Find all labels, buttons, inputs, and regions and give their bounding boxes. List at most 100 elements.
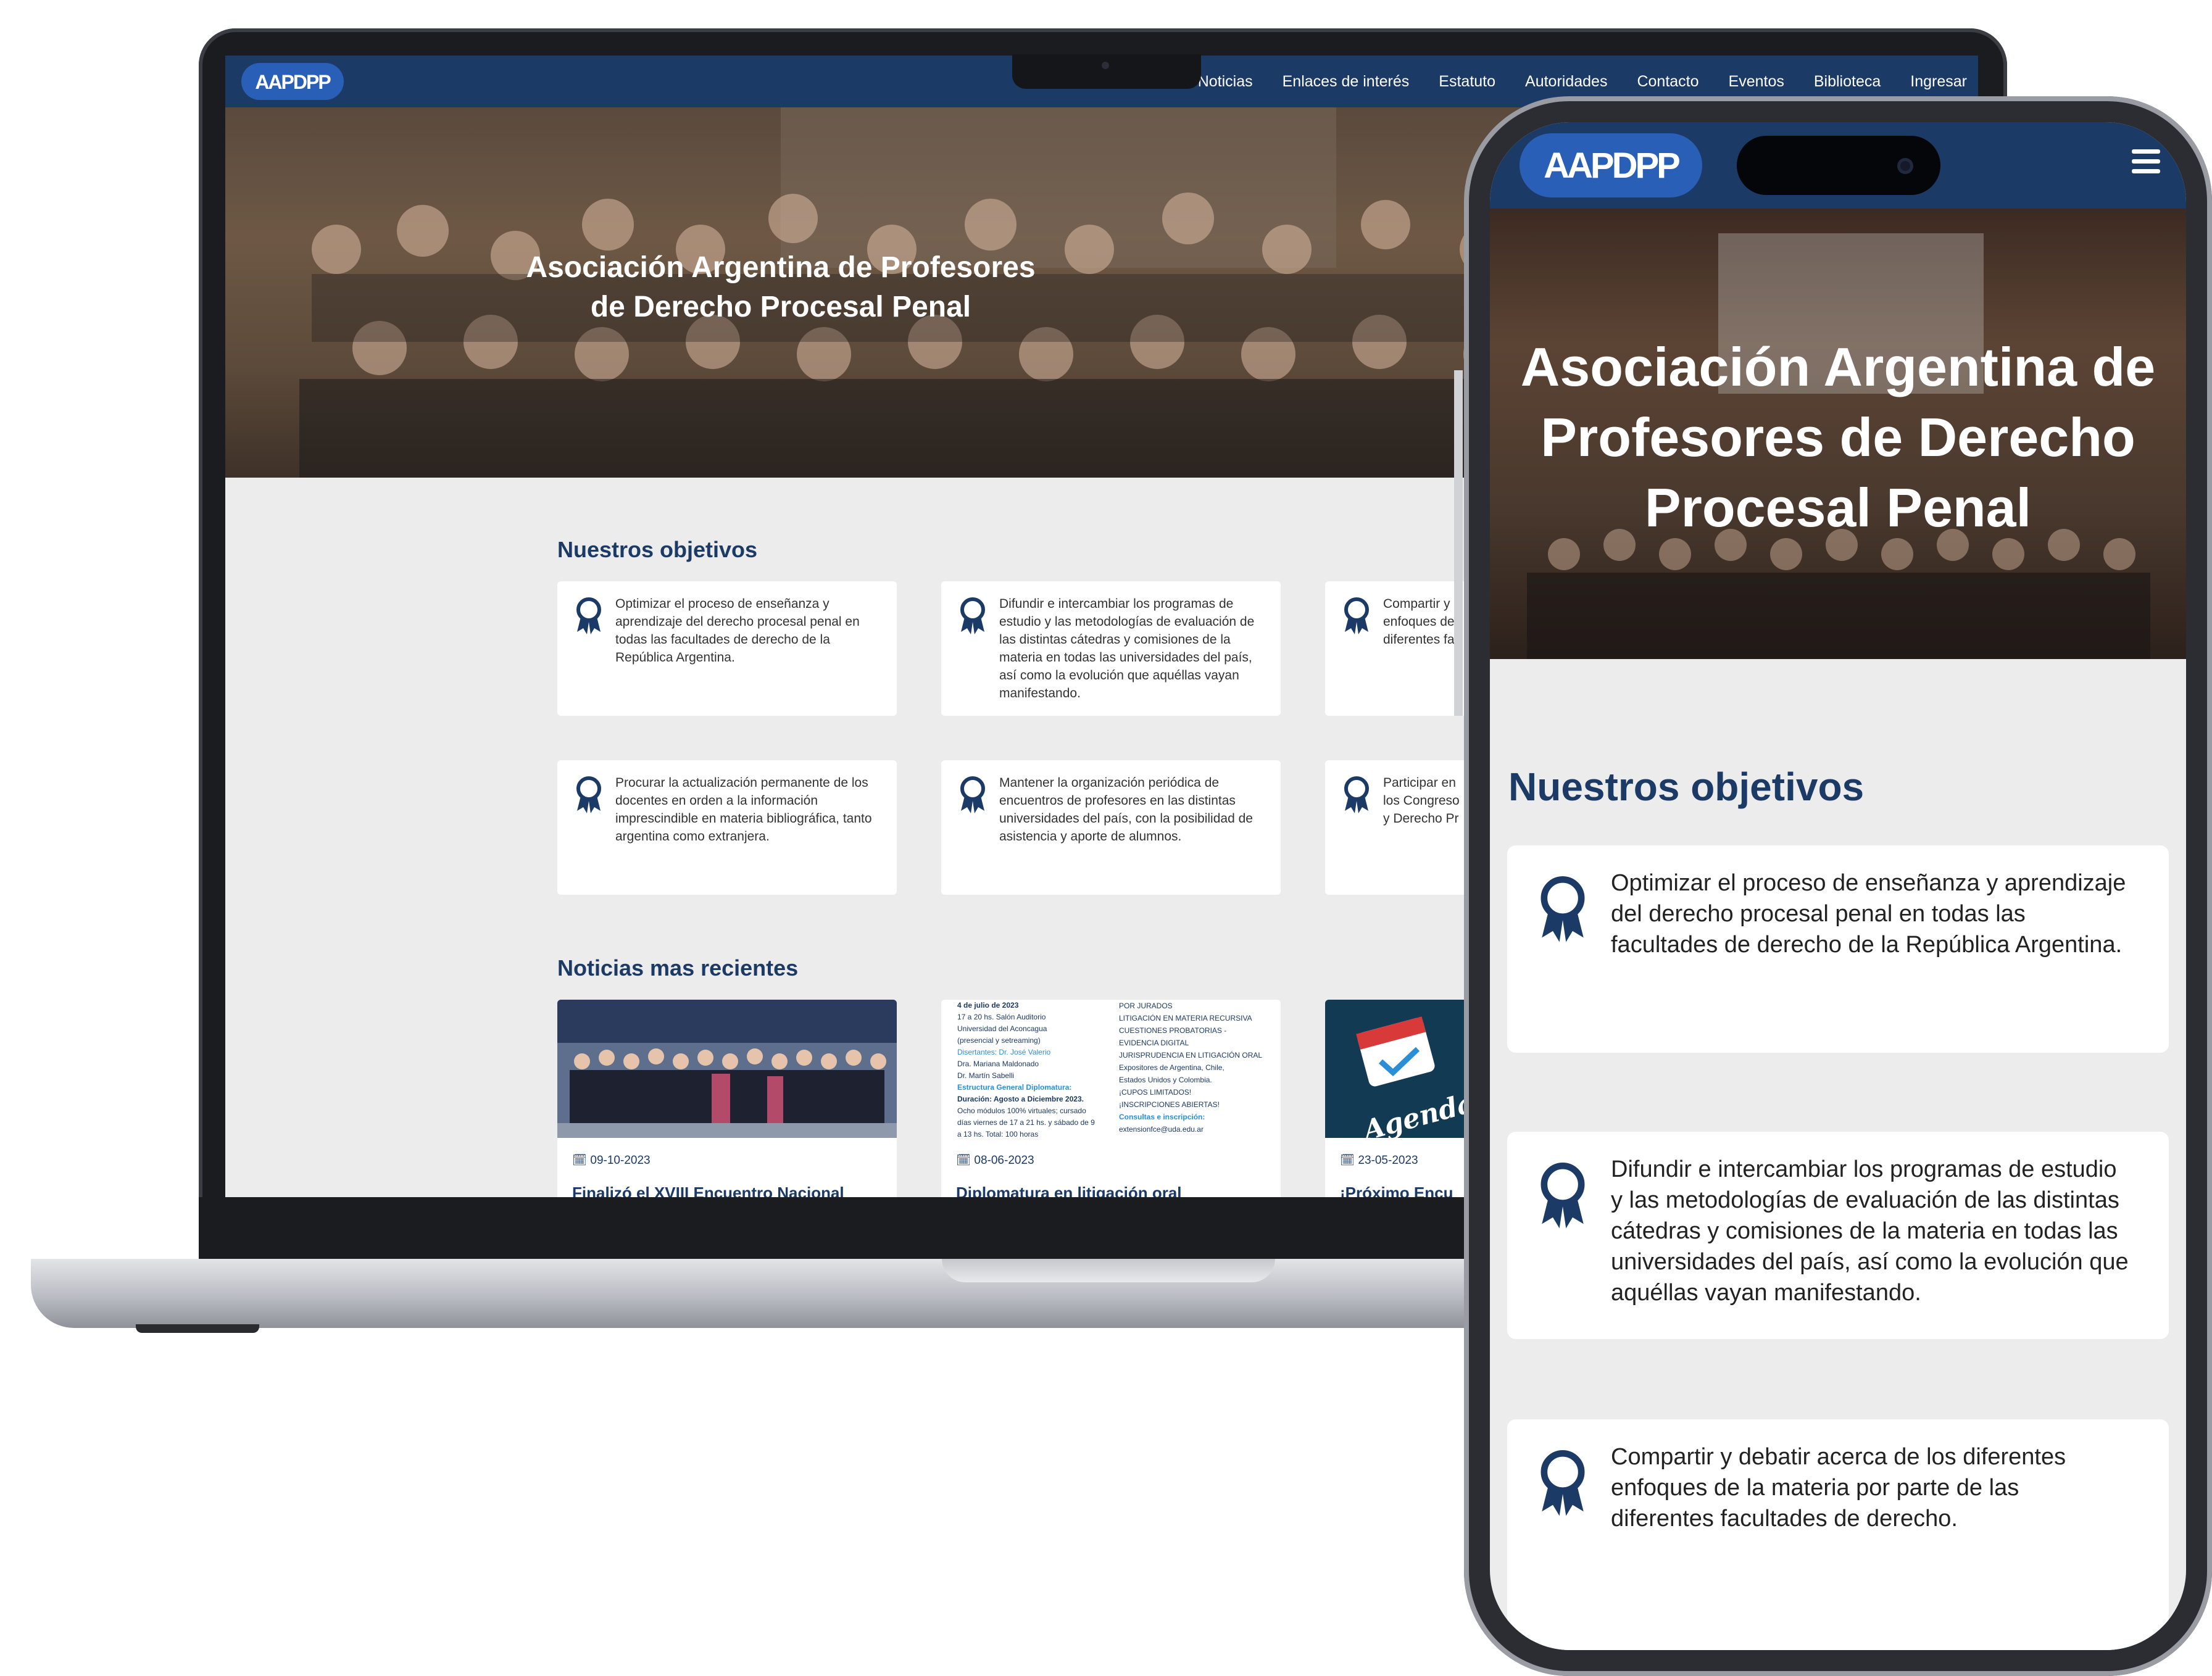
mobile-objective-line: cátedras y comisiones de la materia en t… — [1611, 1218, 2118, 1244]
flyer-line: ¡INSCRIPCIONES ABIERTAS! — [1119, 1100, 1220, 1109]
logo-text: AAPDPP — [255, 71, 331, 93]
flyer-line: JURISPRUDENCIA EN LITIGACIÓN ORAL — [1119, 1051, 1263, 1060]
flyer-line: Universidad del Aconcagua — [957, 1024, 1047, 1033]
mobile-objectives-heading: Nuestros objetivos — [1508, 765, 1865, 809]
objective-card-1: Optimizar el proceso de enseñanza y apre… — [557, 581, 897, 716]
desktop-hero-title: Asociación Argentina de Profesores de De… — [225, 248, 1336, 327]
mobile-logo-text: AAPDPP — [1544, 146, 1679, 186]
news-heading: Noticias mas recientes — [557, 955, 799, 981]
phone-camera — [1897, 158, 1913, 174]
news-date-value: 08-06-2023 — [974, 1154, 1034, 1167]
award-ribbon-icon — [1540, 1450, 1585, 1516]
mobile-objective-line: del derecho procesal penal en todas las — [1611, 901, 2026, 927]
award-ribbon-icon — [1540, 876, 1585, 942]
nav-biblioteca[interactable]: Biblioteca — [1814, 69, 1881, 94]
news-card-2[interactable]: 4 de julio de 2023 17 a 20 hs. Salón Aud… — [941, 1000, 1281, 1197]
mobile-objective-line: Optimizar el proceso de enseñanza y apre… — [1611, 870, 2126, 896]
news-date-2: 🗓 08-06-2023 — [956, 1154, 1034, 1167]
nav-autoridades[interactable]: Autoridades — [1525, 69, 1607, 94]
news-date-3: 🗓 23-05-2023 — [1340, 1154, 1418, 1167]
flyer-line: Dr. Martín Sabelli — [957, 1071, 1015, 1080]
flyer-line: a 13 hs. Total: 100 horas — [957, 1130, 1039, 1139]
news-title-2[interactable]: Diplomatura en litigación oral — [956, 1184, 1182, 1197]
award-ribbon-icon — [576, 597, 601, 634]
flyer-line: extensionfce@uda.edu.ar — [1119, 1125, 1204, 1134]
news-date-value: 09-10-2023 — [590, 1154, 651, 1167]
laptop-foot — [136, 1324, 259, 1333]
nav-ingresar[interactable]: Ingresar — [1910, 69, 1967, 94]
objective-text-5: Mantener la organización periódica de en… — [999, 776, 1253, 844]
flyer-right-column: POR JURADOS LITIGACIÓN EN MATERIA RECURS… — [1119, 1000, 1273, 1135]
news-card-1[interactable]: 🗓 09-10-2023 Finalizó el XVIII Encuentro… — [557, 1000, 897, 1197]
mobile-objective-text-2: Difundir e intercambiar los programas de… — [1611, 1154, 2166, 1308]
mobile-site-logo[interactable]: AAPDPP — [1520, 133, 1702, 197]
flyer-line: Consultas e inscripción: — [1119, 1113, 1205, 1121]
flyer-line: días viernes de 17 a 21 hs. y sábado de … — [957, 1118, 1095, 1127]
objective-text-4: Procurar la actualización permanente de … — [615, 776, 872, 844]
objective-text-2: Difundir e intercambiar los programas de… — [999, 597, 1255, 700]
mobile-objective-text-3: Compartir y debatir acerca de los difere… — [1611, 1442, 2166, 1534]
flyer-line: Ocho módulos 100% virtuales; cursado — [957, 1106, 1086, 1115]
award-ribbon-icon — [1540, 1163, 1585, 1229]
objective-card-4: Procurar la actualización permanente de … — [557, 760, 897, 895]
mobile-navbar: AAPDPP — [1490, 122, 2186, 209]
objective-card-2: Difundir e intercambiar los programas de… — [941, 581, 1281, 716]
mobile-objective-line: enfoques de la materia por parte de las — [1611, 1475, 2019, 1501]
mobile-objective-line: facultades de derecho de la República Ar… — [1611, 932, 2123, 958]
flyer-line: (presencial y setreaming) — [957, 1036, 1041, 1045]
award-ribbon-icon — [960, 597, 985, 634]
phone-screen: AAPDPP Asociación Argentina de Profesore… — [1490, 122, 2186, 1650]
hamburger-menu-icon[interactable] — [2132, 149, 2160, 179]
flyer-line: Duración: Agosto a Diciembre 2023. — [957, 1095, 1084, 1103]
flyer-line: EVIDENCIA DIGITAL — [1119, 1039, 1189, 1047]
award-ribbon-icon — [1344, 776, 1369, 813]
flyer-line: Disertantes: Dr. José Valerio — [957, 1048, 1051, 1056]
mobile-objective-line: universidades del país, así como la evol… — [1611, 1249, 2129, 1275]
mobile-objective-line: diferentes facultades de derecho. — [1611, 1506, 1958, 1532]
nav-estatuto[interactable]: Estatuto — [1439, 69, 1495, 94]
mobile-objective-text-1: Optimizar el proceso de enseñanza y apre… — [1611, 868, 2166, 960]
mobile-hero-line: Procesal Penal — [1644, 477, 2032, 538]
mobile-hero-title: Asociación Argentina de Profesores de De… — [1502, 332, 2174, 543]
flyer-line: LITIGACIÓN EN MATERIA RECURSIVA — [1119, 1014, 1252, 1023]
mobile-hero: Asociación Argentina de Profesores de De… — [1490, 209, 2186, 659]
flyer-line: CUESTIONES PROBATORIAS - — [1119, 1026, 1227, 1035]
objective-text-1: Optimizar el proceso de enseñanza y apre… — [615, 597, 860, 665]
flyer-line: Estructura General Diplomatura: — [957, 1083, 1072, 1092]
mobile-objective-line: aquéllas vayan manifestando. — [1611, 1280, 1921, 1306]
mobile-hero-line: Asociación Argentina de — [1520, 336, 2156, 397]
flyer-line: POR JURADOS — [1119, 1002, 1173, 1010]
flyer-line: 17 a 20 hs. Salón Auditorio — [957, 1013, 1046, 1021]
mobile-objective-card-1: Optimizar el proceso de enseñanza y apre… — [1507, 845, 2169, 1053]
flyer-line: Estados Unidos y Colombia. — [1119, 1076, 1212, 1084]
phone-side-button — [1454, 370, 1463, 716]
nav-eventos[interactable]: Eventos — [1729, 69, 1784, 94]
objectives-heading: Nuestros objetivos — [557, 537, 758, 562]
award-ribbon-icon — [1344, 597, 1369, 634]
news-date-1: 🗓 09-10-2023 — [572, 1154, 651, 1167]
desktop-menu: Noticias Enlaces de interés Estatuto Aut… — [1198, 69, 1967, 94]
nav-contacto[interactable]: Contacto — [1637, 69, 1698, 94]
mobile-hero-line: Profesores de Derecho — [1540, 407, 2135, 468]
news-image-1 — [557, 1000, 897, 1138]
mobile-objective-line: Compartir y debatir acerca de los difere… — [1611, 1444, 2066, 1470]
flyer-line: ¡CUPOS LIMITADOS! — [1119, 1088, 1192, 1097]
laptop-camera — [1102, 62, 1109, 69]
laptop-opening-groove — [942, 1259, 1275, 1282]
award-ribbon-icon — [960, 776, 985, 813]
award-ribbon-icon — [576, 776, 601, 813]
flyer-left-column: 4 de julio de 2023 17 a 20 hs. Salón Aud… — [957, 1000, 1112, 1140]
news-title-1[interactable]: Finalizó el XVIII Encuentro Nacional — [572, 1184, 844, 1197]
nav-noticias[interactable]: Noticias — [1198, 69, 1253, 94]
objective-card-5: Mantener la organización periódica de en… — [941, 760, 1281, 895]
mobile-objective-card-2: Difundir e intercambiar los programas de… — [1507, 1132, 2169, 1339]
flyer-line: Dra. Mariana Maldonado — [957, 1060, 1039, 1068]
hero-title-line1: Asociación Argentina de Profesores — [526, 251, 1036, 284]
site-logo[interactable]: AAPDPP — [241, 62, 344, 101]
mobile-objective-card-3: Compartir y debatir acerca de los difere… — [1507, 1419, 2169, 1650]
nav-enlaces[interactable]: Enlaces de interés — [1283, 69, 1410, 94]
mobile-objective-line: Difundir e intercambiar los programas de… — [1611, 1156, 2117, 1182]
news-date-value: 23-05-2023 — [1358, 1154, 1418, 1167]
flyer-line: 4 de julio de 2023 — [957, 1001, 1019, 1010]
news-title-3[interactable]: ¡Próximo Encu — [1340, 1184, 1453, 1197]
